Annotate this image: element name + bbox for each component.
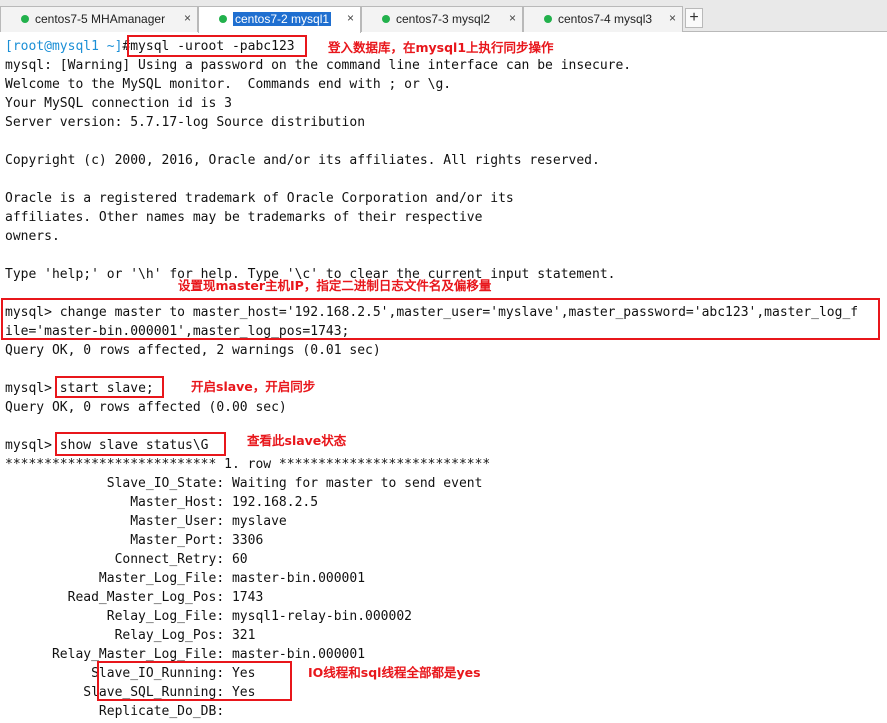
mysql-prompt: mysql>	[5, 438, 52, 453]
close-icon[interactable]: ×	[347, 11, 354, 25]
output-line: Welcome to the MySQL monitor. Commands e…	[5, 77, 452, 92]
status-row: Master_User: myslave	[5, 514, 287, 529]
output-line: Server version: 5.7.17-log Source distri…	[5, 115, 366, 130]
connected-status-icon	[219, 15, 227, 23]
status-row: Replicate_Do_DB:	[5, 704, 225, 719]
tab-centos7-2-mysql1[interactable]: centos7-2 mysql1 ×	[198, 6, 361, 33]
running-status-highlight	[97, 661, 292, 701]
output-line: affiliates. Other names may be trademark…	[5, 210, 483, 225]
terminal-output[interactable]: [root@mysql1 ~]#mysql -uroot -pabc123 登入…	[0, 0, 887, 723]
login-command-highlight	[127, 35, 307, 57]
change-master-highlight	[1, 298, 880, 340]
status-row: Master_Log_File: master-bin.000001	[5, 571, 366, 586]
status-row: Slave_IO_State: Waiting for master to se…	[5, 476, 483, 491]
mysql-prompt: mysql>	[5, 381, 52, 396]
status-row: Master_Port: 3306	[5, 533, 264, 548]
status-row: Connect_Retry: 60	[5, 552, 248, 567]
output-line: owners.	[5, 229, 60, 244]
output-line: Query OK, 0 rows affected, 2 warnings (0…	[5, 343, 381, 358]
tab-label: centos7-2 mysql1	[233, 12, 332, 26]
show-status-highlight	[55, 432, 226, 456]
status-row: Relay_Log_File: mysql1-relay-bin.000002	[5, 609, 412, 624]
annotation-show-status: 查看此slave状态	[247, 433, 347, 448]
start-slave-highlight	[55, 376, 164, 398]
status-row: Read_Master_Log_Pos: 1743	[5, 590, 264, 605]
annotation-running: IO线程和sql线程全部都是yes	[308, 665, 481, 680]
output-line: Query OK, 0 rows affected (0.00 sec)	[5, 400, 287, 415]
annotation-set-master: 设置现master主机IP，指定二进制日志文件名及偏移量	[178, 278, 492, 293]
output-line: mysql: [Warning] Using a password on the…	[5, 58, 632, 73]
output-line: Copyright (c) 2000, 2016, Oracle and/or …	[5, 153, 600, 168]
row-header: *************************** 1. row *****…	[5, 457, 491, 472]
annotation-login: 登入数据库，在mysql1上执行同步操作	[328, 40, 554, 55]
status-row: Master_Host: 192.168.2.5	[5, 495, 319, 510]
status-row: Relay_Log_Pos: 321	[5, 628, 256, 643]
annotation-start-slave: 开启slave，开启同步	[191, 379, 316, 394]
output-line: Oracle is a registered trademark of Orac…	[5, 191, 514, 206]
output-line: Your MySQL connection id is 3	[5, 96, 232, 111]
shell-prompt: [root@mysql1 ~]	[5, 39, 123, 54]
